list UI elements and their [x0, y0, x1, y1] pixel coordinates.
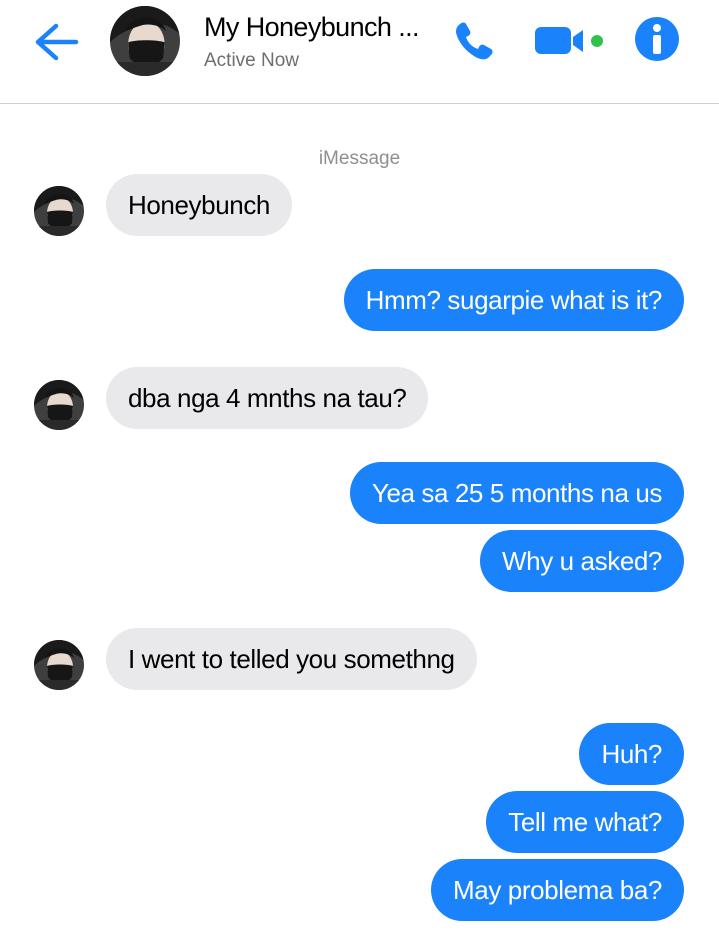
- sender-avatar[interactable]: [34, 380, 84, 430]
- info-button[interactable]: [634, 16, 680, 62]
- chat-screen: My Honeybunch ... Active Now iMessage Ho…: [0, 0, 719, 948]
- chat-header: My Honeybunch ... Active Now: [0, 0, 719, 104]
- incoming-message[interactable]: Honeybunch: [106, 174, 292, 236]
- active-status: Active Now: [204, 50, 300, 71]
- incoming-message[interactable]: dba nga 4 mnths na tau?: [106, 367, 429, 429]
- outgoing-message[interactable]: May problema ba?: [431, 859, 684, 921]
- video-call-button[interactable]: [535, 24, 607, 58]
- incoming-message[interactable]: I went to telled you somethng: [106, 628, 477, 690]
- outgoing-message[interactable]: Hmm? sugarpie what is it?: [343, 269, 684, 331]
- outgoing-message[interactable]: Tell me what?: [486, 791, 684, 853]
- back-arrow-icon: [35, 23, 79, 61]
- outgoing-message[interactable]: Why u asked?: [480, 530, 684, 592]
- contact-avatar[interactable]: [110, 6, 180, 76]
- sender-avatar[interactable]: [34, 186, 84, 236]
- outgoing-message[interactable]: Yea sa 25 5 months na us: [349, 462, 684, 524]
- contact-name[interactable]: My Honeybunch ...: [204, 12, 420, 43]
- info-icon: [635, 17, 679, 61]
- outgoing-message[interactable]: Huh?: [579, 723, 684, 785]
- video-camera-icon: [535, 27, 603, 54]
- service-label: iMessage: [318, 148, 401, 169]
- back-button[interactable]: [30, 20, 80, 64]
- call-button[interactable]: [452, 18, 496, 62]
- sender-avatar[interactable]: [34, 640, 84, 690]
- phone-icon: [456, 22, 493, 60]
